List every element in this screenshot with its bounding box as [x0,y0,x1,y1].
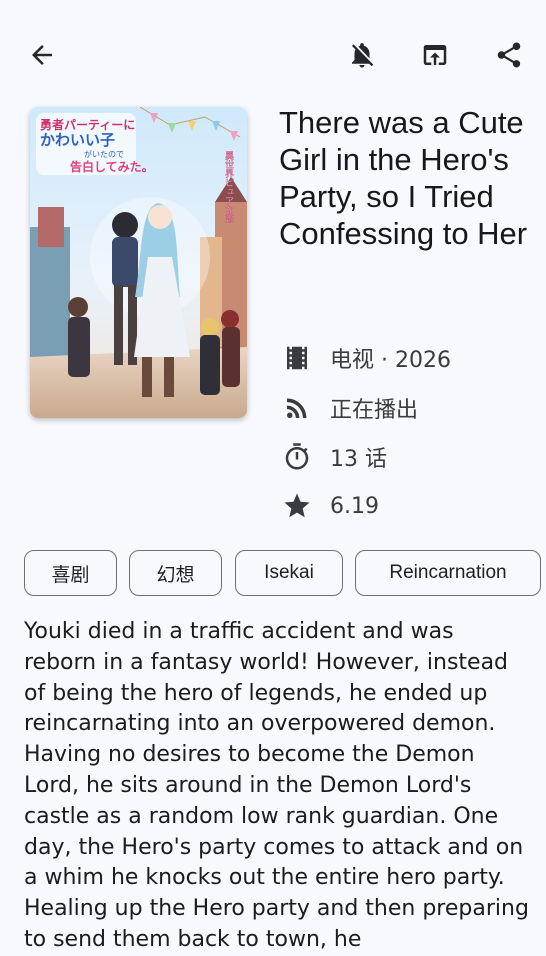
star-icon [284,493,310,518]
arrow-back-icon [32,45,52,65]
share-icon [497,42,521,68]
meta-status: 正在播出 [282,392,418,424]
score-text: 6.19 [330,493,379,519]
meta-episodes: 13 话 [282,441,387,473]
open-in-browser-button[interactable] [415,35,455,75]
poster-artwork: 勇者パーティーに かわいい子 がいたので 告白してみた。 異世界ピュアな恋 [30,107,247,418]
status-text: 正在播出 [330,398,419,423]
meta-type-year: 电视 · 2026 [282,342,451,374]
type-year-text: 电视 · 2026 [330,348,451,373]
notifications-off-icon [352,43,374,68]
poster-side-text: 異世界ピュアな恋 [223,151,234,223]
anime-title: There was a Cute Girl in the Hero's Part… [279,105,528,251]
episodes-text: 13 话 [330,447,387,472]
rss-feed-icon [287,398,307,418]
timer-icon [285,443,309,470]
poster-title-line-2: かわいい子 [40,131,115,149]
meta-score: 6.19 [282,490,379,522]
poster-title-line-1: 勇者パーティーに [40,117,135,132]
tag-chip[interactable]: Isekai [235,550,343,596]
top-app-bar [0,0,546,110]
notifications-off-button[interactable] [342,35,382,75]
tag-chip[interactable]: 喜剧 [24,550,117,596]
poster-title-line-4: 告白してみた。 [70,159,154,174]
movie-icon [287,346,307,370]
back-button[interactable] [22,35,62,75]
synopsis: Youki died in a traffic accident and was… [24,619,529,952]
tag-chip[interactable]: Reincarnation [355,550,541,596]
open-in-browser-icon [423,45,447,65]
anime-poster[interactable]: 勇者パーティーに かわいい子 がいたので 告白してみた。 異世界ピュアな恋 [30,107,247,418]
tag-chip[interactable]: 幻想 [129,550,222,596]
poster-title-line-3: がいたので [84,149,124,159]
share-button[interactable] [489,35,529,75]
